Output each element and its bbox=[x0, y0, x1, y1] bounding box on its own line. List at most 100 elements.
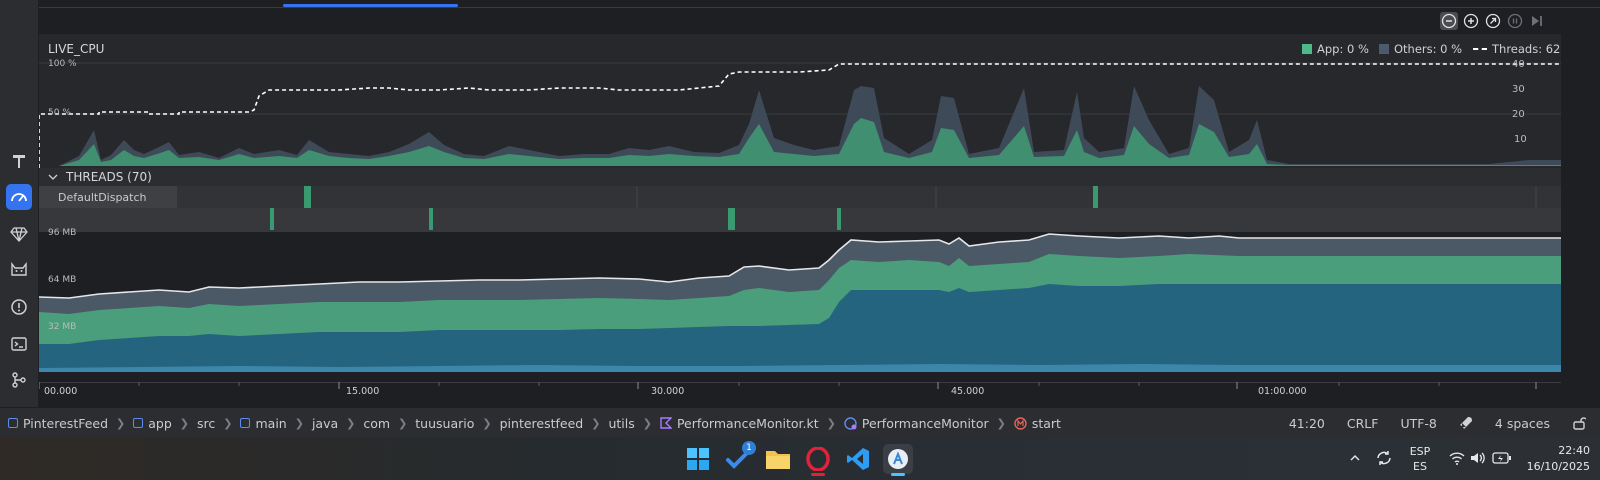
breadcrumb-item-method[interactable]: start bbox=[1006, 416, 1061, 431]
breadcrumb-item-file[interactable]: PerformanceMonitor.kt bbox=[652, 416, 819, 431]
file-explorer-folder-icon[interactable] bbox=[763, 444, 793, 474]
thread-row-1 bbox=[177, 186, 1561, 208]
chevron-up-icon[interactable] bbox=[1349, 452, 1361, 464]
thread-name-label: DefaultDispatch bbox=[58, 191, 147, 204]
go-live-button[interactable] bbox=[1528, 12, 1546, 30]
cpu-others-area bbox=[39, 86, 1561, 166]
breadcrumb-label: com bbox=[363, 415, 391, 431]
caret-position[interactable]: 41:20 bbox=[1289, 416, 1325, 431]
gem-icon[interactable] bbox=[6, 221, 32, 247]
language-code[interactable]: ESP bbox=[1405, 445, 1435, 458]
chevron-right-icon: ❯ bbox=[116, 416, 126, 430]
threads-axis-20: 20 bbox=[1512, 109, 1525, 120]
android-studio-icon[interactable] bbox=[883, 444, 913, 474]
chevron-right-icon: ❯ bbox=[346, 416, 356, 430]
memory-axis-96: 96 MB bbox=[48, 228, 77, 238]
windows-start-icon[interactable] bbox=[683, 444, 713, 474]
module-icon bbox=[240, 418, 251, 428]
left-tool-strip bbox=[0, 0, 39, 407]
terminal-icon[interactable] bbox=[6, 331, 32, 357]
thread-running-segment bbox=[270, 208, 274, 230]
thread-running-segment bbox=[429, 208, 433, 230]
module-icon bbox=[133, 418, 144, 428]
profiler-divider bbox=[39, 7, 1600, 8]
chevron-right-icon: ❯ bbox=[482, 416, 492, 430]
rocket-icon[interactable] bbox=[1459, 416, 1473, 430]
clock-date[interactable]: 16/10/2025 bbox=[1500, 460, 1590, 473]
cpu-axis-50: 50 % bbox=[48, 108, 71, 118]
breadcrumb-label: src bbox=[197, 415, 216, 431]
reset-zoom-button[interactable] bbox=[1484, 12, 1502, 30]
module-icon bbox=[8, 418, 18, 428]
sync-icon[interactable] bbox=[1375, 449, 1393, 467]
legend-app: App: 0 % bbox=[1302, 42, 1369, 56]
breadcrumb-item-tuusuario[interactable]: tuusuario bbox=[407, 416, 474, 431]
git-branch-icon[interactable] bbox=[6, 367, 32, 393]
thread-activity-track bbox=[39, 186, 1561, 232]
breadcrumb-label: PerformanceMonitor.kt bbox=[676, 415, 819, 431]
zoom-in-button[interactable] bbox=[1462, 12, 1480, 30]
thread-running-segment bbox=[728, 208, 735, 230]
chevron-down-icon[interactable] bbox=[48, 172, 58, 182]
zoom-out-button[interactable] bbox=[1440, 12, 1458, 30]
build-hammer-icon[interactable] bbox=[6, 148, 32, 174]
breadcrumb-item-com[interactable]: com bbox=[355, 416, 390, 431]
vscode-icon[interactable] bbox=[843, 444, 873, 474]
threads-section-header[interactable] bbox=[39, 168, 1561, 186]
opera-browser-icon[interactable] bbox=[803, 444, 833, 474]
cpu-axis-100: 100 % bbox=[48, 59, 77, 69]
file-encoding[interactable]: UTF-8 bbox=[1400, 416, 1436, 431]
legend-app-label: App: 0 % bbox=[1317, 42, 1369, 56]
threads-axis-30: 30 bbox=[1512, 84, 1525, 95]
memory-axis-32: 32 MB bbox=[48, 322, 77, 332]
threads-axis-10: 10 bbox=[1514, 134, 1527, 145]
breadcrumb-label: tuusuario bbox=[415, 415, 475, 431]
class-icon bbox=[844, 416, 857, 430]
keyboard-layout[interactable]: ES bbox=[1405, 460, 1435, 473]
wifi-icon[interactable] bbox=[1449, 451, 1465, 465]
line-ending[interactable]: CRLF bbox=[1347, 416, 1379, 431]
memory-axis-64: 64 MB bbox=[48, 275, 77, 285]
breadcrumb-item-main[interactable]: main bbox=[232, 415, 287, 431]
time-axis-ticks bbox=[39, 382, 1537, 389]
clock-time[interactable]: 22:40 bbox=[1510, 444, 1590, 457]
problems-alert-icon[interactable] bbox=[6, 294, 32, 320]
thread-running-segment bbox=[837, 208, 841, 230]
method-icon bbox=[1014, 416, 1027, 430]
breadcrumb-item-src[interactable]: src bbox=[189, 416, 215, 431]
cpu-usage-graph bbox=[39, 62, 1561, 168]
breadcrumb-label: PinterestFeed bbox=[23, 415, 109, 431]
legend-threads: Threads: 62 bbox=[1473, 42, 1560, 56]
thread-running-segment bbox=[304, 186, 311, 208]
time-label-45: 45.000 bbox=[951, 386, 985, 397]
logcat-cat-icon[interactable] bbox=[6, 257, 32, 283]
breadcrumb-label: start bbox=[1031, 415, 1061, 431]
legend-others: Others: 0 % bbox=[1379, 42, 1462, 56]
legend-others-swatch bbox=[1379, 44, 1389, 54]
todo-checkmark-icon[interactable]: 1 bbox=[723, 441, 756, 474]
breadcrumb-item-project[interactable]: PinterestFeed bbox=[0, 416, 108, 431]
indent-setting[interactable]: 4 spaces bbox=[1495, 416, 1550, 431]
breadcrumb-item-pinterestfeed[interactable]: pinterestfeed bbox=[492, 416, 584, 431]
time-label-15: 15.000 bbox=[346, 386, 380, 397]
chevron-right-icon: ❯ bbox=[996, 416, 1006, 430]
unlock-icon[interactable] bbox=[1572, 416, 1586, 430]
threads-section-label: THREADS (70) bbox=[66, 170, 152, 184]
chevron-right-icon: ❯ bbox=[642, 416, 652, 430]
profiler-gauge-icon[interactable] bbox=[6, 184, 32, 210]
kotlin-file-icon bbox=[660, 417, 672, 429]
volume-icon[interactable] bbox=[1470, 451, 1486, 465]
breadcrumb: PinterestFeed ❯ app ❯ src ❯ main ❯ java … bbox=[0, 407, 1600, 438]
time-label-0: 00.000 bbox=[44, 386, 78, 397]
legend-app-swatch bbox=[1302, 44, 1312, 54]
breadcrumb-item-utils[interactable]: utils bbox=[600, 416, 634, 431]
breadcrumb-label: pinterestfeed bbox=[499, 415, 584, 431]
legend-others-label: Others: 0 % bbox=[1394, 42, 1463, 56]
breadcrumb-item-class[interactable]: PerformanceMonitor bbox=[836, 416, 989, 431]
breadcrumb-item-java[interactable]: java bbox=[304, 416, 338, 431]
threads-axis-40: 40 bbox=[1512, 59, 1525, 70]
breadcrumb-label: main bbox=[255, 415, 287, 431]
breadcrumb-item-app[interactable]: app bbox=[125, 416, 172, 431]
cpu-chart-title: LIVE_CPU bbox=[48, 42, 105, 56]
pause-button[interactable] bbox=[1506, 12, 1524, 30]
